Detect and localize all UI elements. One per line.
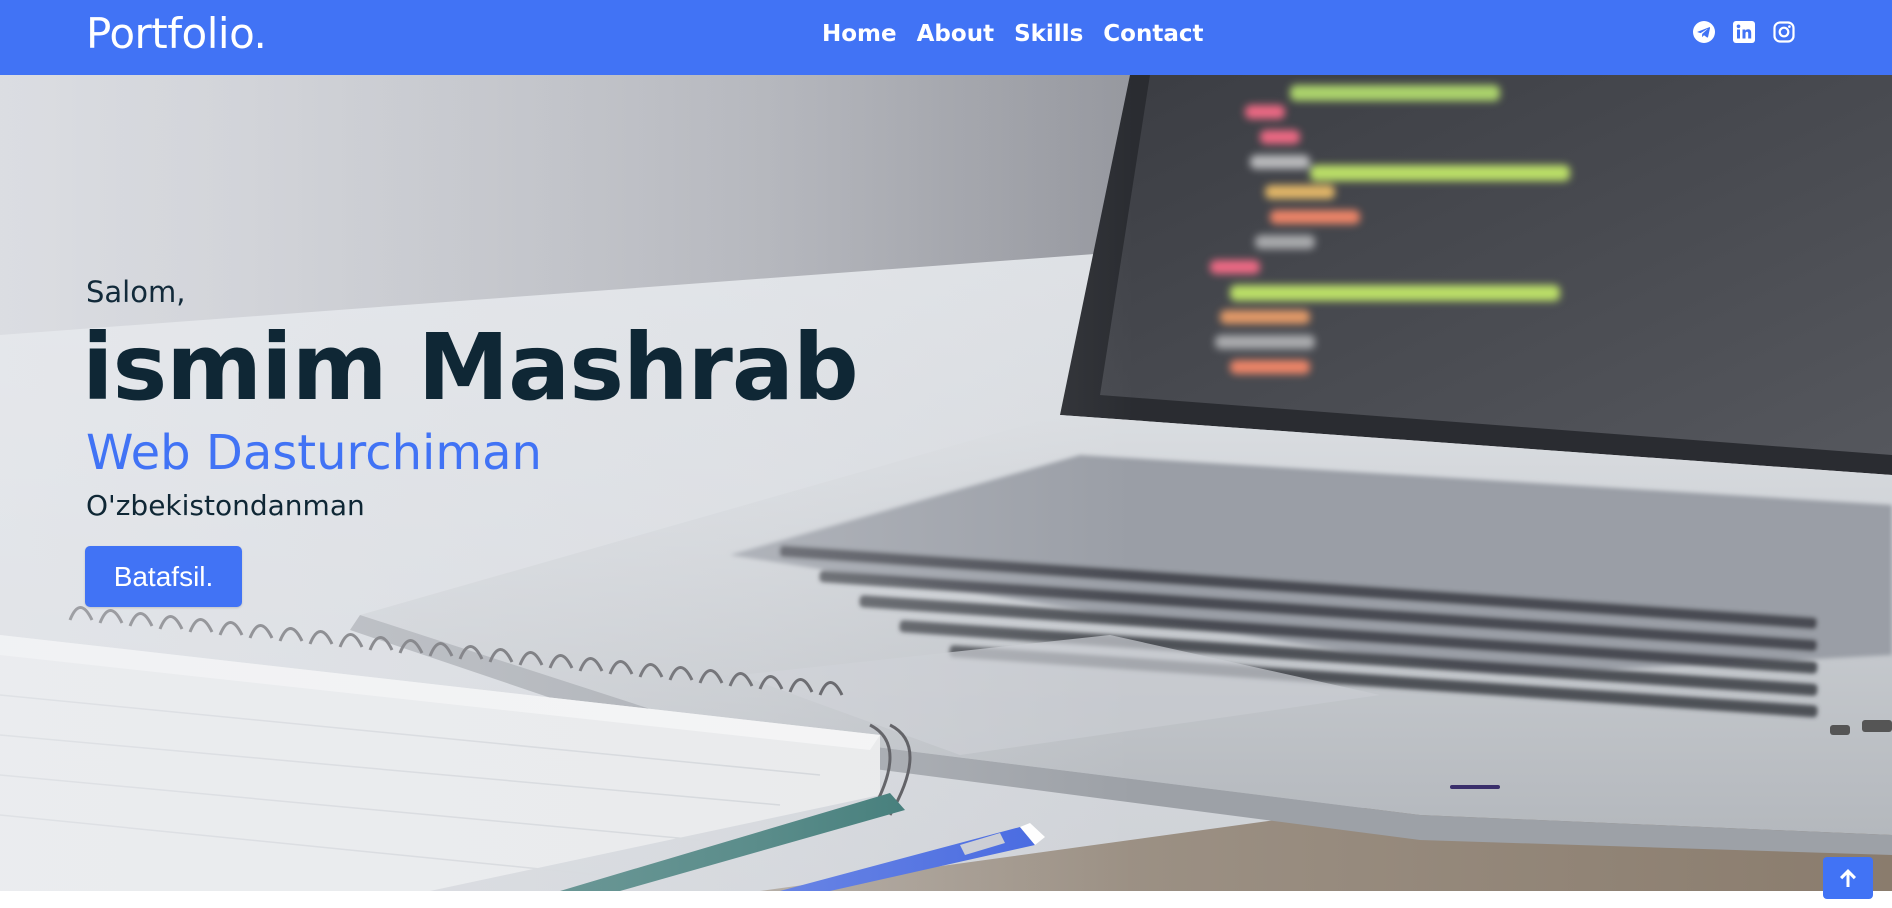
instagram-icon[interactable] xyxy=(1772,20,1796,44)
arrow-up-icon xyxy=(1840,869,1856,887)
scroll-top-button[interactable] xyxy=(1823,857,1873,899)
hero-name-heading: ismim Mashrab xyxy=(82,314,859,421)
hero-origin: O'zbekistondanman xyxy=(86,489,365,522)
details-button[interactable]: Batafsil. xyxy=(85,546,242,607)
hero-greeting: Salom, xyxy=(86,275,186,309)
hero-section: Salom, ismim Mashrab Web Dasturchiman O'… xyxy=(0,75,1892,891)
navbar: Portfolio. Home About Skills Contact xyxy=(0,0,1892,75)
hero-role: Web Dasturchiman xyxy=(86,425,542,481)
nav-link-skills[interactable]: Skills xyxy=(1014,20,1083,48)
hero-overlay xyxy=(0,75,1892,891)
nav-link-about[interactable]: About xyxy=(917,20,994,48)
linkedin-icon[interactable] xyxy=(1732,20,1756,44)
nav-menu: Home About Skills Contact xyxy=(822,20,1203,48)
nav-link-home[interactable]: Home xyxy=(822,20,897,48)
brand-logo[interactable]: Portfolio. xyxy=(86,9,267,58)
telegram-icon[interactable] xyxy=(1692,20,1716,44)
social-links xyxy=(1692,20,1796,44)
nav-link-contact[interactable]: Contact xyxy=(1103,20,1203,48)
